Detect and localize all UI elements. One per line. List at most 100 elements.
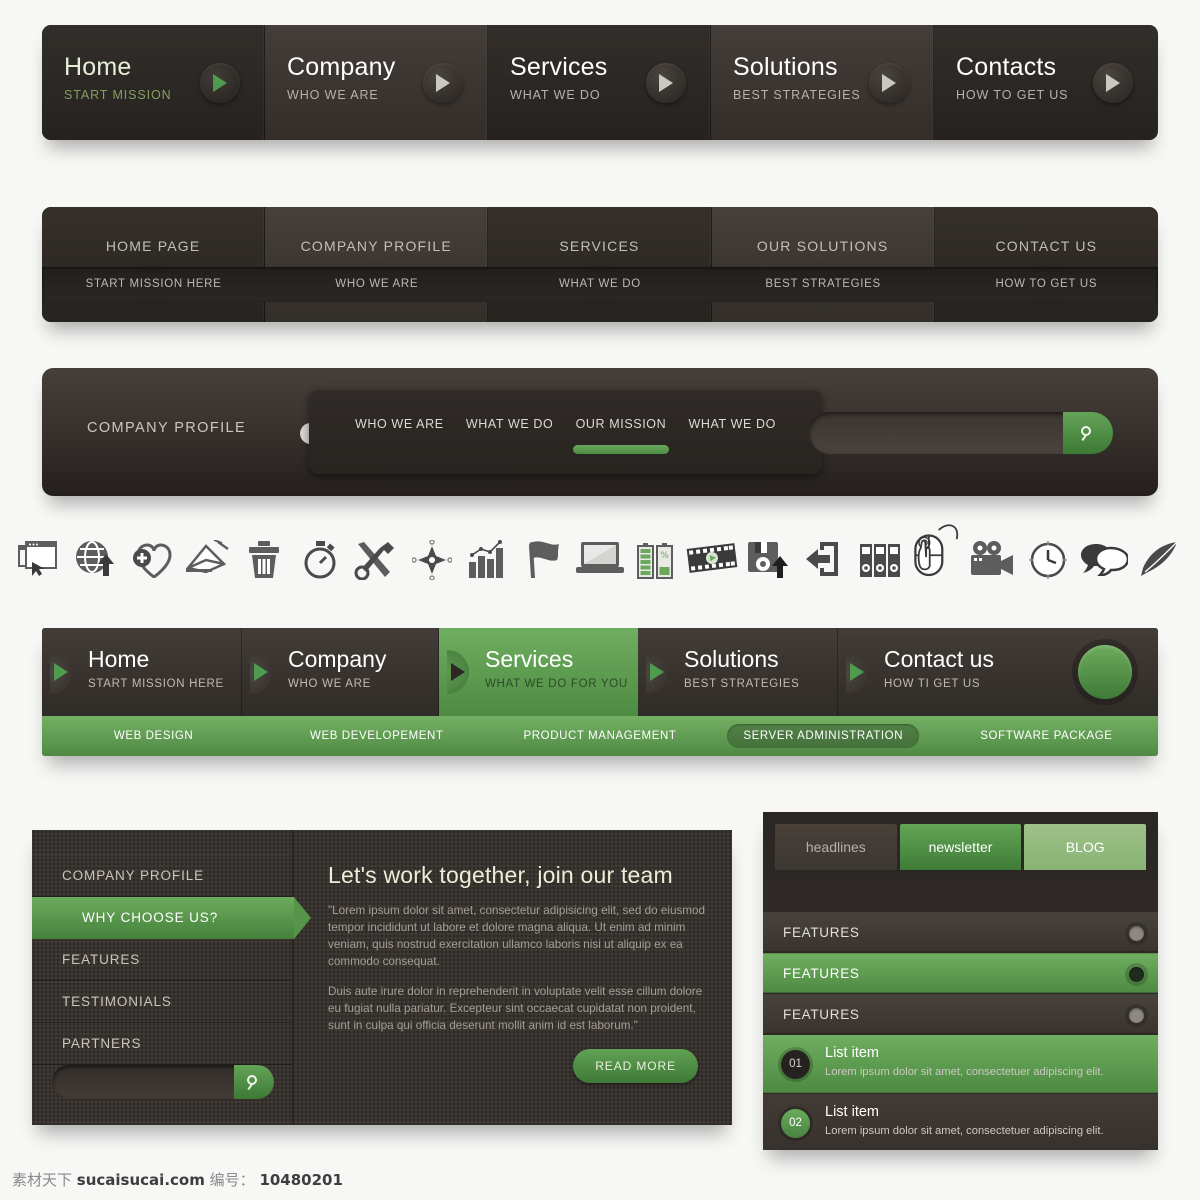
nav-item-title: Home [88,646,150,672]
mouse-click-icon[interactable] [910,520,962,610]
nav-item-title: Company [288,646,387,672]
binders-icon[interactable] [854,520,906,610]
laptop-icon[interactable] [574,520,626,610]
nav-item-subtitle: WHAT WE DO FOR YOU [485,678,628,690]
nav-item-company-profile[interactable]: COMPANY PROFILE [265,207,489,322]
nav-item-home-page[interactable]: HOME PAGE [42,207,266,322]
play-button[interactable] [50,650,72,694]
nav-item-text: Company WHO WE ARE [287,53,395,102]
sub-nav-item-who-we-are[interactable]: WHO WE ARE [351,415,448,433]
sub-nav-item-product-management[interactable]: PRODUCT MANAGEMENT [488,730,711,742]
play-button[interactable] [250,650,272,694]
nav-item-services[interactable]: SERVICES [488,207,712,322]
nav-item-text: Services WHAT WE DO FOR YOU [485,646,628,690]
heart-add-icon[interactable] [126,520,178,610]
sidebar-item-company-profile[interactable]: COMPANY PROFILE [32,855,292,897]
accordion-toggle-icon[interactable] [1129,926,1144,941]
accordion-row-1[interactable]: FEATURES [763,912,1158,952]
sub-nav-items: WHO WE ARE WHAT WE DO OUR MISSION WHAT W… [351,415,780,454]
accordion-row-3[interactable]: FEATURES [763,994,1158,1034]
nav-item-company[interactable]: Company WHO WE ARE [242,628,439,716]
play-button[interactable] [869,63,909,103]
nav-item-our-solutions[interactable]: OUR SOLUTIONS [711,207,935,322]
play-button[interactable] [423,63,463,103]
nav-item-subtitle: WHAT WE DO [510,88,601,102]
clock-icon[interactable] [1022,520,1074,610]
content-panel-left: COMPANY PROFILE WHY CHOOSE US? FEATURES … [32,830,732,1125]
sub-nav-item-web-developement[interactable]: WEB DEVELOPEMENT [265,730,488,742]
play-icon [650,663,664,681]
list-item[interactable]: 02 List item Lorem ipsum dolor sit amet,… [763,1094,1158,1150]
search-button[interactable] [1063,412,1113,454]
sidebar-search-button[interactable] [234,1065,274,1099]
compass-icon[interactable] [406,520,458,610]
nav-item-subtitle: BEST STRATEGIES [733,88,861,102]
sidebar-item-features[interactable]: FEATURES [32,939,292,981]
nav-subtitle: HOW TO GET US [995,278,1098,290]
nav-item-services[interactable]: Services WHAT WE DO FOR YOU [439,628,638,716]
sub-nav-item-web-design[interactable]: WEB DESIGN [42,730,265,742]
sub-nav-item-our-mission[interactable]: OUR MISSION [572,415,671,454]
play-icon [882,74,896,92]
sub-nav-item-what-we-do[interactable]: WHAT WE DO [462,415,557,433]
nav-subtitle: WHO WE ARE [335,278,419,290]
tools-wrench-screwdriver-icon[interactable] [350,520,402,610]
speech-bubbles-icon[interactable] [1078,520,1130,610]
feather-quill-icon[interactable] [1134,520,1186,610]
nav-item-company[interactable]: Company WHO WE ARE [265,25,488,140]
list-item-number: 01 [781,1050,810,1079]
video-camera-icon[interactable] [966,520,1018,610]
nav-item-label: HOME PAGE [105,238,201,254]
flag-icon[interactable] [518,520,570,610]
play-button[interactable] [846,650,868,694]
play-button[interactable] [646,63,686,103]
nav-item-contacts[interactable]: Contacts HOW TO GET US [934,25,1157,140]
browser-window-cursor-icon[interactable] [14,520,66,610]
play-icon [1106,74,1120,92]
film-strip-icon[interactable] [686,520,738,610]
nav-item-title: Solutions [684,646,779,672]
sidebar-search-input[interactable] [68,1065,233,1099]
sidebar-item-testimonials[interactable]: TESTIMONIALS [32,981,292,1023]
footer-site: sucaisucai.com [76,1171,205,1189]
play-button[interactable] [646,650,668,694]
mail-send-icon[interactable] [182,520,234,610]
tab-blog[interactable]: BLOG [1024,824,1147,870]
action-circle-button[interactable] [1078,645,1132,699]
exit-door-icon[interactable] [798,520,850,610]
nav-item-solutions[interactable]: Solutions BEST STRATEGIES [711,25,934,140]
list-item[interactable]: 01 List item Lorem ipsum dolor sit amet,… [763,1035,1158,1093]
footer-cn-text: 素材天下 [12,1171,73,1189]
sub-nav-item-software-package[interactable]: SOFTWARE PACKAGE [935,730,1158,742]
nav-item-solutions[interactable]: Solutions BEST STRATEGIES [638,628,838,716]
trash-icon[interactable] [238,520,290,610]
bar-chart-icon[interactable] [462,520,514,610]
nav-item-home[interactable]: Home START MISSION HERE [42,628,242,716]
nav-item-label: COMPANY PROFILE [300,238,452,254]
play-button[interactable] [447,650,469,694]
nav-item-contact-us[interactable]: Contact us HOW TI GET US [838,628,1158,716]
sidebar-menu: COMPANY PROFILE WHY CHOOSE US? FEATURES … [32,830,311,1125]
globe-upload-icon[interactable] [70,520,122,610]
nav-item-subtitle: BEST STRATEGIES [684,678,800,690]
play-button[interactable] [200,63,240,103]
nav-item-home[interactable]: Home START MISSION [42,25,265,140]
tab-newsletter[interactable]: newsletter [899,824,1022,870]
nav-item-contact-us[interactable]: CONTACT US [934,207,1158,322]
sidebar-item-partners[interactable]: PARTNERS [32,1023,292,1065]
sidebar-item-why-choose-us[interactable]: WHY CHOOSE US? [32,897,311,939]
nav-item-services[interactable]: Services WHAT WE DO [488,25,711,140]
accordion-toggle-icon[interactable] [1129,967,1144,982]
list-item-description: Lorem ipsum dolor sit amet, consectetuer… [825,1125,1104,1137]
battery-icon[interactable]: % [630,520,682,610]
sub-nav-item-server-administration[interactable]: SERVER ADMINISTRATION [712,724,935,748]
play-button[interactable] [1093,63,1133,103]
sub-nav-item-what-we-do-2[interactable]: WHAT WE DO [684,415,779,433]
read-more-button[interactable]: READ MORE [573,1049,698,1083]
stopwatch-icon[interactable] [294,520,346,610]
accordion-row-2[interactable]: FEATURES [763,953,1158,993]
floppy-save-icon[interactable] [742,520,794,610]
accordion-toggle-icon[interactable] [1129,1008,1144,1023]
tab-headlines[interactable]: headlines [775,824,897,870]
search-input[interactable] [827,412,1067,454]
